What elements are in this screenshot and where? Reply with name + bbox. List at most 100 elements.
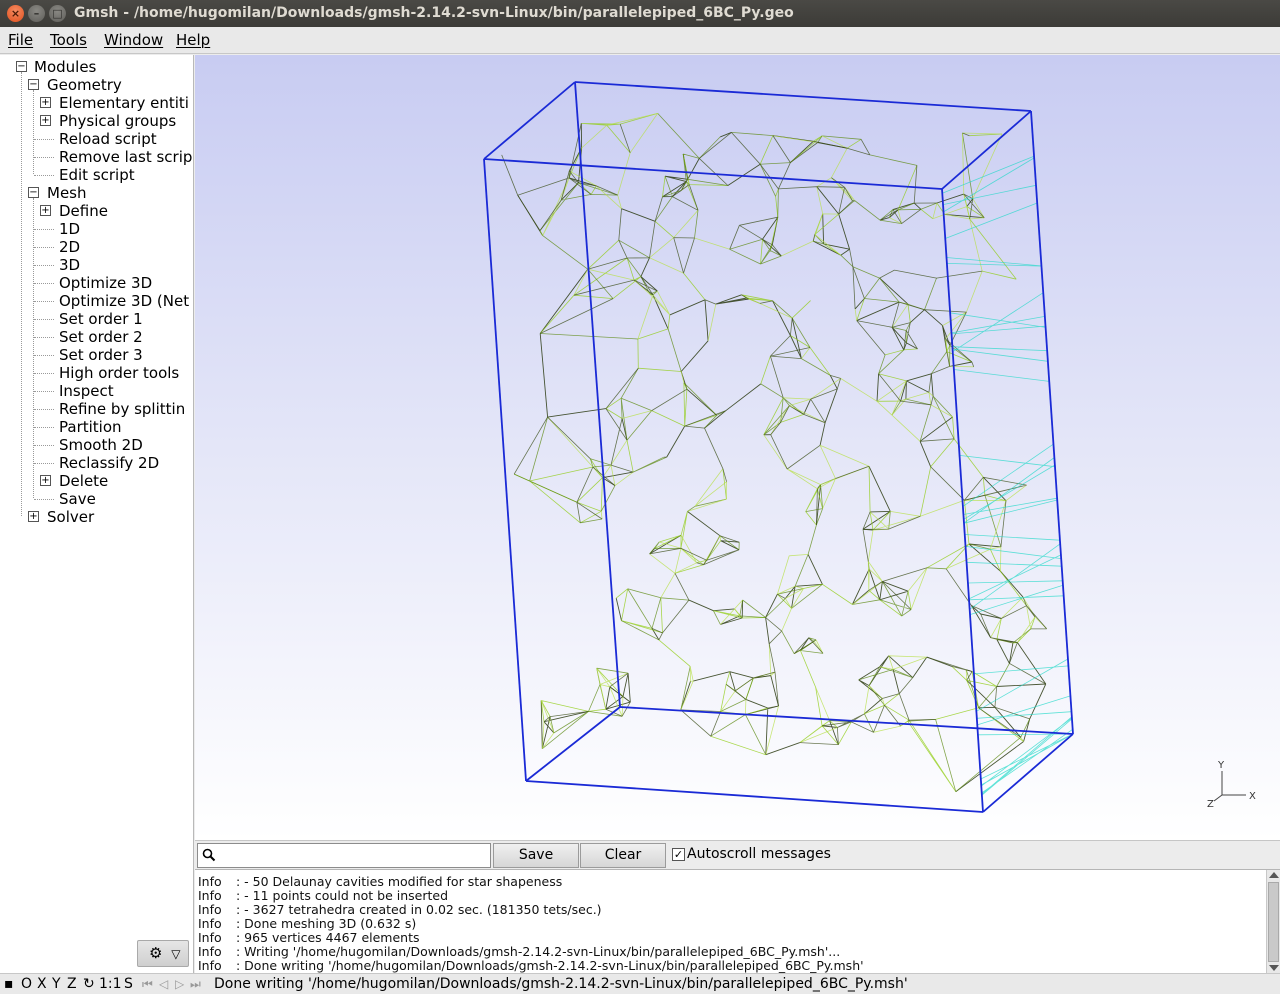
view-x-button[interactable]: X <box>37 976 47 992</box>
select-s-button[interactable]: S <box>124 976 133 992</box>
message-search-input[interactable] <box>220 846 486 865</box>
tree-item-set-order-2[interactable]: Set order 2 <box>59 328 143 346</box>
scale-1-1-button[interactable]: 1:1 <box>99 976 122 992</box>
expand-solver-toggle[interactable]: + <box>28 511 39 522</box>
box-edge-line <box>941 110 1032 190</box>
log-scrollbar[interactable] <box>1266 870 1280 973</box>
tree-item-optimize-3d[interactable]: Optimize 3D <box>59 274 152 292</box>
minimize-window-button[interactable]: – <box>28 5 45 22</box>
log-line: Info: Done meshing 3D (0.632 s) <box>198 916 417 931</box>
axis-z-label: Z <box>1207 799 1214 810</box>
scroll-thumb[interactable] <box>1268 882 1279 962</box>
tree-item-define[interactable]: Define <box>59 202 108 220</box>
status-box-icon: ▪ <box>4 976 14 992</box>
message-toolbar: Save Clear ✓ Autoscroll messages <box>195 840 1280 869</box>
menu-bar: File Tools Window Help <box>0 27 1280 54</box>
tree-connector <box>34 445 54 446</box>
axis-x-label: X <box>1249 791 1256 802</box>
menu-window[interactable]: Window <box>104 31 163 49</box>
graphics-viewport[interactable]: Y X Z <box>195 55 1280 840</box>
box-edge-line <box>982 733 1074 813</box>
options-gear-button[interactable]: ⚙ ▽ <box>137 940 189 967</box>
save-messages-button[interactable]: Save <box>493 843 579 868</box>
tree-item-2d[interactable]: 2D <box>59 238 80 256</box>
tree-item-reload-script[interactable]: Reload script <box>59 130 157 148</box>
tree-item-edit-script[interactable]: Edit script <box>59 166 135 184</box>
autoscroll-checkbox[interactable]: ✓ <box>672 848 685 861</box>
tree-connector <box>34 319 54 320</box>
view-z-button[interactable]: Z <box>67 976 77 992</box>
tree-item-mesh[interactable]: Mesh <box>47 184 87 202</box>
menu-tools[interactable]: Tools <box>50 31 87 49</box>
tree-item-save[interactable]: Save <box>59 490 96 508</box>
scroll-up-arrow-icon[interactable] <box>1269 872 1279 878</box>
box-edge-line <box>574 81 621 708</box>
tree-connector <box>34 283 54 284</box>
tree-item-partition[interactable]: Partition <box>59 418 122 436</box>
box-edge-line <box>525 706 621 782</box>
tree-connector <box>21 72 22 516</box>
close-window-button[interactable]: × <box>7 5 24 22</box>
tree-item-remove-last-script[interactable]: Remove last scrip <box>59 148 192 166</box>
box-edge-line <box>483 158 943 190</box>
tree-item-inspect[interactable]: Inspect <box>59 382 114 400</box>
tree-connector <box>34 373 54 374</box>
tree-connector <box>34 499 54 500</box>
clear-messages-button[interactable]: Clear <box>580 843 666 868</box>
anim-first-icon[interactable]: ⏮ <box>142 977 153 992</box>
collapse-geometry-toggle[interactable]: − <box>28 79 39 90</box>
tree-connector <box>33 198 34 498</box>
mesh-edges-layer <box>501 123 1048 745</box>
dropdown-arrow-icon: ▽ <box>171 947 181 961</box>
tree-item-set-order-1[interactable]: Set order 1 <box>59 310 143 328</box>
scroll-down-arrow-icon[interactable] <box>1269 965 1279 971</box>
message-log[interactable]: Info: - 50 Delaunay cavities modified fo… <box>195 869 1280 973</box>
tree-connector <box>34 463 54 464</box>
menu-help[interactable]: Help <box>176 31 210 49</box>
tree-connector <box>34 157 54 158</box>
expand-elementary-toggle[interactable]: + <box>40 97 51 108</box>
tree-connector <box>34 139 54 140</box>
tree-item-refine-by-splitting[interactable]: Refine by splittin <box>59 400 185 418</box>
tree-item-delete[interactable]: Delete <box>59 472 108 490</box>
message-search-field[interactable] <box>197 843 491 868</box>
mesh-wireframe <box>501 113 1074 813</box>
anim-last-icon[interactable]: ⏭ <box>190 977 201 992</box>
tree-item-1d[interactable]: 1D <box>59 220 80 238</box>
tree-connector <box>34 427 54 428</box>
mesh-render <box>483 81 1074 813</box>
tree-item-elementary-entities[interactable]: Elementary entiti <box>59 94 189 112</box>
expand-delete-toggle[interactable]: + <box>40 475 51 486</box>
tree-item-3d[interactable]: 3D <box>59 256 80 274</box>
tree-item-set-order-3[interactable]: Set order 3 <box>59 346 143 364</box>
tree-item-solver[interactable]: Solver <box>47 508 94 526</box>
tree-item-smooth-2d[interactable]: Smooth 2D <box>59 436 143 454</box>
title-bar: × – □ Gmsh - /home/hugomilan/Downloads/g… <box>0 0 1280 27</box>
log-line: Info: 965 vertices 4467 elements <box>198 930 420 945</box>
box-edge-line <box>483 81 576 160</box>
menu-file[interactable]: File <box>8 31 33 49</box>
expand-define-toggle[interactable]: + <box>40 205 51 216</box>
anim-prev-icon[interactable]: ◁ <box>159 977 168 991</box>
tree-item-modules[interactable]: Modules <box>34 58 96 76</box>
collapse-mesh-toggle[interactable]: − <box>28 187 39 198</box>
tree-connector <box>34 265 54 266</box>
tree-item-geometry[interactable]: Geometry <box>47 76 122 94</box>
axis-z-line <box>1213 794 1223 802</box>
anim-play-icon[interactable]: ▷ <box>175 977 184 991</box>
expand-physical-toggle[interactable]: + <box>40 115 51 126</box>
autoscroll-label: Autoscroll messages <box>687 846 831 862</box>
tree-connector <box>34 247 54 248</box>
collapse-modules-toggle[interactable]: − <box>16 61 27 72</box>
tree-item-reclassify-2d[interactable]: Reclassify 2D <box>59 454 159 472</box>
status-message: Done writing '/home/hugomilan/Downloads/… <box>214 976 908 992</box>
view-o-button[interactable]: O <box>21 976 32 992</box>
tree-item-physical-groups[interactable]: Physical groups <box>59 112 176 130</box>
tree-item-optimize-3d-netgen[interactable]: Optimize 3D (Net <box>59 292 189 310</box>
rotate-icon[interactable]: ↻ <box>83 976 95 992</box>
view-y-button[interactable]: Y <box>52 976 61 992</box>
log-line: Info: - 3627 tetrahedra created in 0.02 … <box>198 902 602 917</box>
maximize-window-button[interactable]: □ <box>49 5 66 22</box>
tree-item-high-order-tools[interactable]: High order tools <box>59 364 179 382</box>
module-tree: − Modules − Geometry + Elementary entiti… <box>0 55 194 973</box>
